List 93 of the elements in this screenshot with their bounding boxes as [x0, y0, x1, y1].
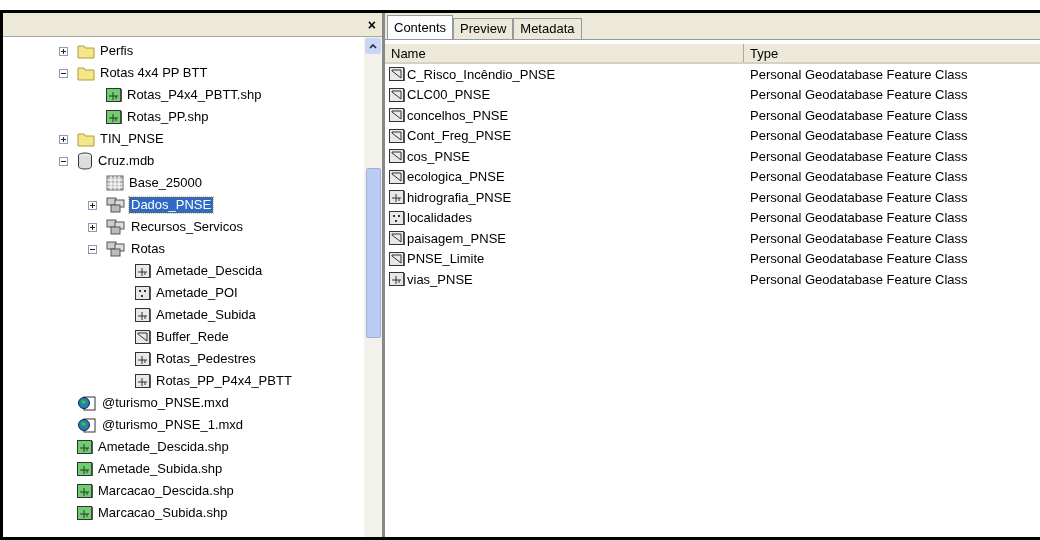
table-cell-text: Personal Geodatabase Feature Class — [749, 229, 968, 248]
line-layer-icon — [77, 461, 93, 477]
table-cell-text: cos_PNSE — [407, 147, 470, 166]
line-layer-icon — [106, 109, 122, 125]
tree-item[interactable]: Base_25000 — [127, 175, 204, 191]
tab[interactable]: Preview — [453, 18, 514, 39]
tree-item[interactable]: TIN_PNSE — [98, 131, 166, 147]
scroll-up-icon[interactable] — [365, 38, 381, 54]
polygon-layer-icon — [389, 168, 405, 185]
grid-icon — [106, 175, 124, 191]
tree-item[interactable]: Ametade_Subida — [154, 307, 258, 323]
table-cell-text: Personal Geodatabase Feature Class — [749, 127, 968, 145]
line-layer-icon — [135, 351, 151, 367]
table-cell-text: Personal Geodatabase Feature Class — [749, 147, 968, 166]
table-cell-text: hidrografia_PNSE — [407, 188, 512, 207]
line-layer-icon — [135, 263, 151, 279]
tree-item[interactable]: @turismo_PNSE.mxd — [100, 395, 231, 411]
stacked-squares-icon — [106, 197, 126, 213]
point-layer-icon — [389, 209, 405, 226]
tree-item[interactable]: Ametade_Descida — [154, 263, 265, 279]
scroll-thumb[interactable] — [365, 168, 381, 338]
stacked-squares-icon — [106, 219, 126, 235]
tree-item[interactable]: Rotas_PP.shp — [125, 109, 211, 125]
tree-item[interactable]: Ametade_Descida.shp — [96, 439, 231, 455]
polygon-layer-icon — [389, 107, 405, 124]
tab[interactable]: Metadata — [513, 18, 582, 39]
line-layer-icon — [77, 505, 93, 521]
line-layer-icon — [389, 271, 405, 288]
table-cell-text: PNSE_Limite — [407, 250, 485, 268]
polygon-layer-icon — [389, 230, 405, 247]
folder-icon — [77, 131, 95, 147]
line-layer-icon — [77, 483, 93, 499]
line-layer-icon — [106, 87, 122, 103]
column-header[interactable]: Type — [744, 44, 1040, 62]
tree-item[interactable]: Rotas — [129, 241, 167, 257]
tree-item[interactable]: Marcacao_Subida.shp — [96, 505, 230, 521]
table-cell-text: Personal Geodatabase Feature Class — [749, 106, 968, 125]
point-layer-icon — [135, 285, 151, 301]
table-cell-text: ecologica_PNSE — [407, 168, 505, 186]
folder-icon — [77, 65, 95, 81]
tree-item[interactable]: Rotas_Pedestres — [154, 351, 258, 367]
folder-icon — [77, 43, 95, 59]
table-cell-text: Personal Geodatabase Feature Class — [749, 86, 968, 104]
table-cell-text: Personal Geodatabase Feature Class — [749, 65, 968, 84]
expand-icon[interactable] — [87, 200, 97, 210]
line-layer-icon — [135, 373, 151, 389]
tree-item[interactable]: Dados_PNSE — [129, 197, 214, 213]
tree-item[interactable]: Marcacao_Descida.shp — [96, 483, 236, 499]
column-header[interactable]: Name — [385, 44, 744, 62]
polygon-layer-icon — [389, 127, 405, 144]
tree-item[interactable]: Cruz.mdb — [96, 153, 157, 169]
polygon-layer-icon — [135, 329, 151, 345]
collapse-icon[interactable] — [58, 68, 68, 78]
table-cell-text: Personal Geodatabase Feature Class — [749, 209, 968, 227]
table-cell-text: Personal Geodatabase Feature Class — [749, 250, 968, 268]
tree-item[interactable]: Rotas 4x4 PP BTT — [98, 65, 210, 81]
polygon-layer-icon — [389, 148, 405, 165]
close-button[interactable]: × — [365, 17, 378, 32]
globe-document-icon — [77, 417, 97, 433]
table-cell-text: Cont_Freg_PNSE — [407, 127, 512, 145]
expand-icon[interactable] — [87, 222, 97, 232]
line-layer-icon — [389, 189, 405, 206]
table-cell-text: Personal Geodatabase Feature Class — [749, 168, 968, 186]
table-cell-text: paisagem_PNSE — [407, 229, 506, 248]
scrollbar[interactable] — [364, 37, 382, 537]
table-cell-text: CLC00_PNSE — [407, 86, 491, 104]
tab[interactable]: Contents — [387, 15, 454, 39]
table-cell-text: Personal Geodatabase Feature Class — [749, 188, 968, 207]
database-icon — [77, 152, 93, 170]
stacked-squares-icon — [106, 241, 126, 257]
tree-item[interactable]: Rotas_P4x4_PBTT.shp — [125, 87, 264, 103]
tree-item[interactable]: Perfis — [98, 43, 136, 59]
collapse-icon[interactable] — [87, 244, 97, 254]
tree-item[interactable]: @turismo_PNSE_1.mxd — [100, 417, 246, 433]
table-cell-text: C_Risco_Incêndio_PNSE — [407, 65, 556, 84]
tree-item[interactable]: Ametade_Subida.shp — [96, 461, 225, 477]
line-layer-icon — [77, 439, 93, 455]
polygon-layer-icon — [389, 250, 405, 267]
expand-icon[interactable] — [58, 46, 68, 56]
collapse-icon[interactable] — [58, 156, 68, 166]
table-cell-text: vias_PNSE — [407, 270, 473, 289]
expand-icon[interactable] — [58, 134, 68, 144]
polygon-layer-icon — [389, 86, 405, 103]
tree-item[interactable]: Ametade_POI — [154, 285, 240, 301]
tree-item[interactable]: Buffer_Rede — [154, 329, 231, 345]
polygon-layer-icon — [389, 66, 405, 83]
tree-item[interactable]: Rotas_PP_P4x4_PBTT — [154, 373, 294, 389]
table-cell-text: concelhos_PNSE — [407, 106, 509, 125]
table-cell-text: localidades — [407, 209, 473, 227]
line-layer-icon — [135, 307, 151, 323]
globe-document-icon — [77, 395, 97, 411]
table-cell-text: Personal Geodatabase Feature Class — [749, 270, 968, 289]
tree-item[interactable]: Recursos_Servicos — [129, 219, 245, 235]
